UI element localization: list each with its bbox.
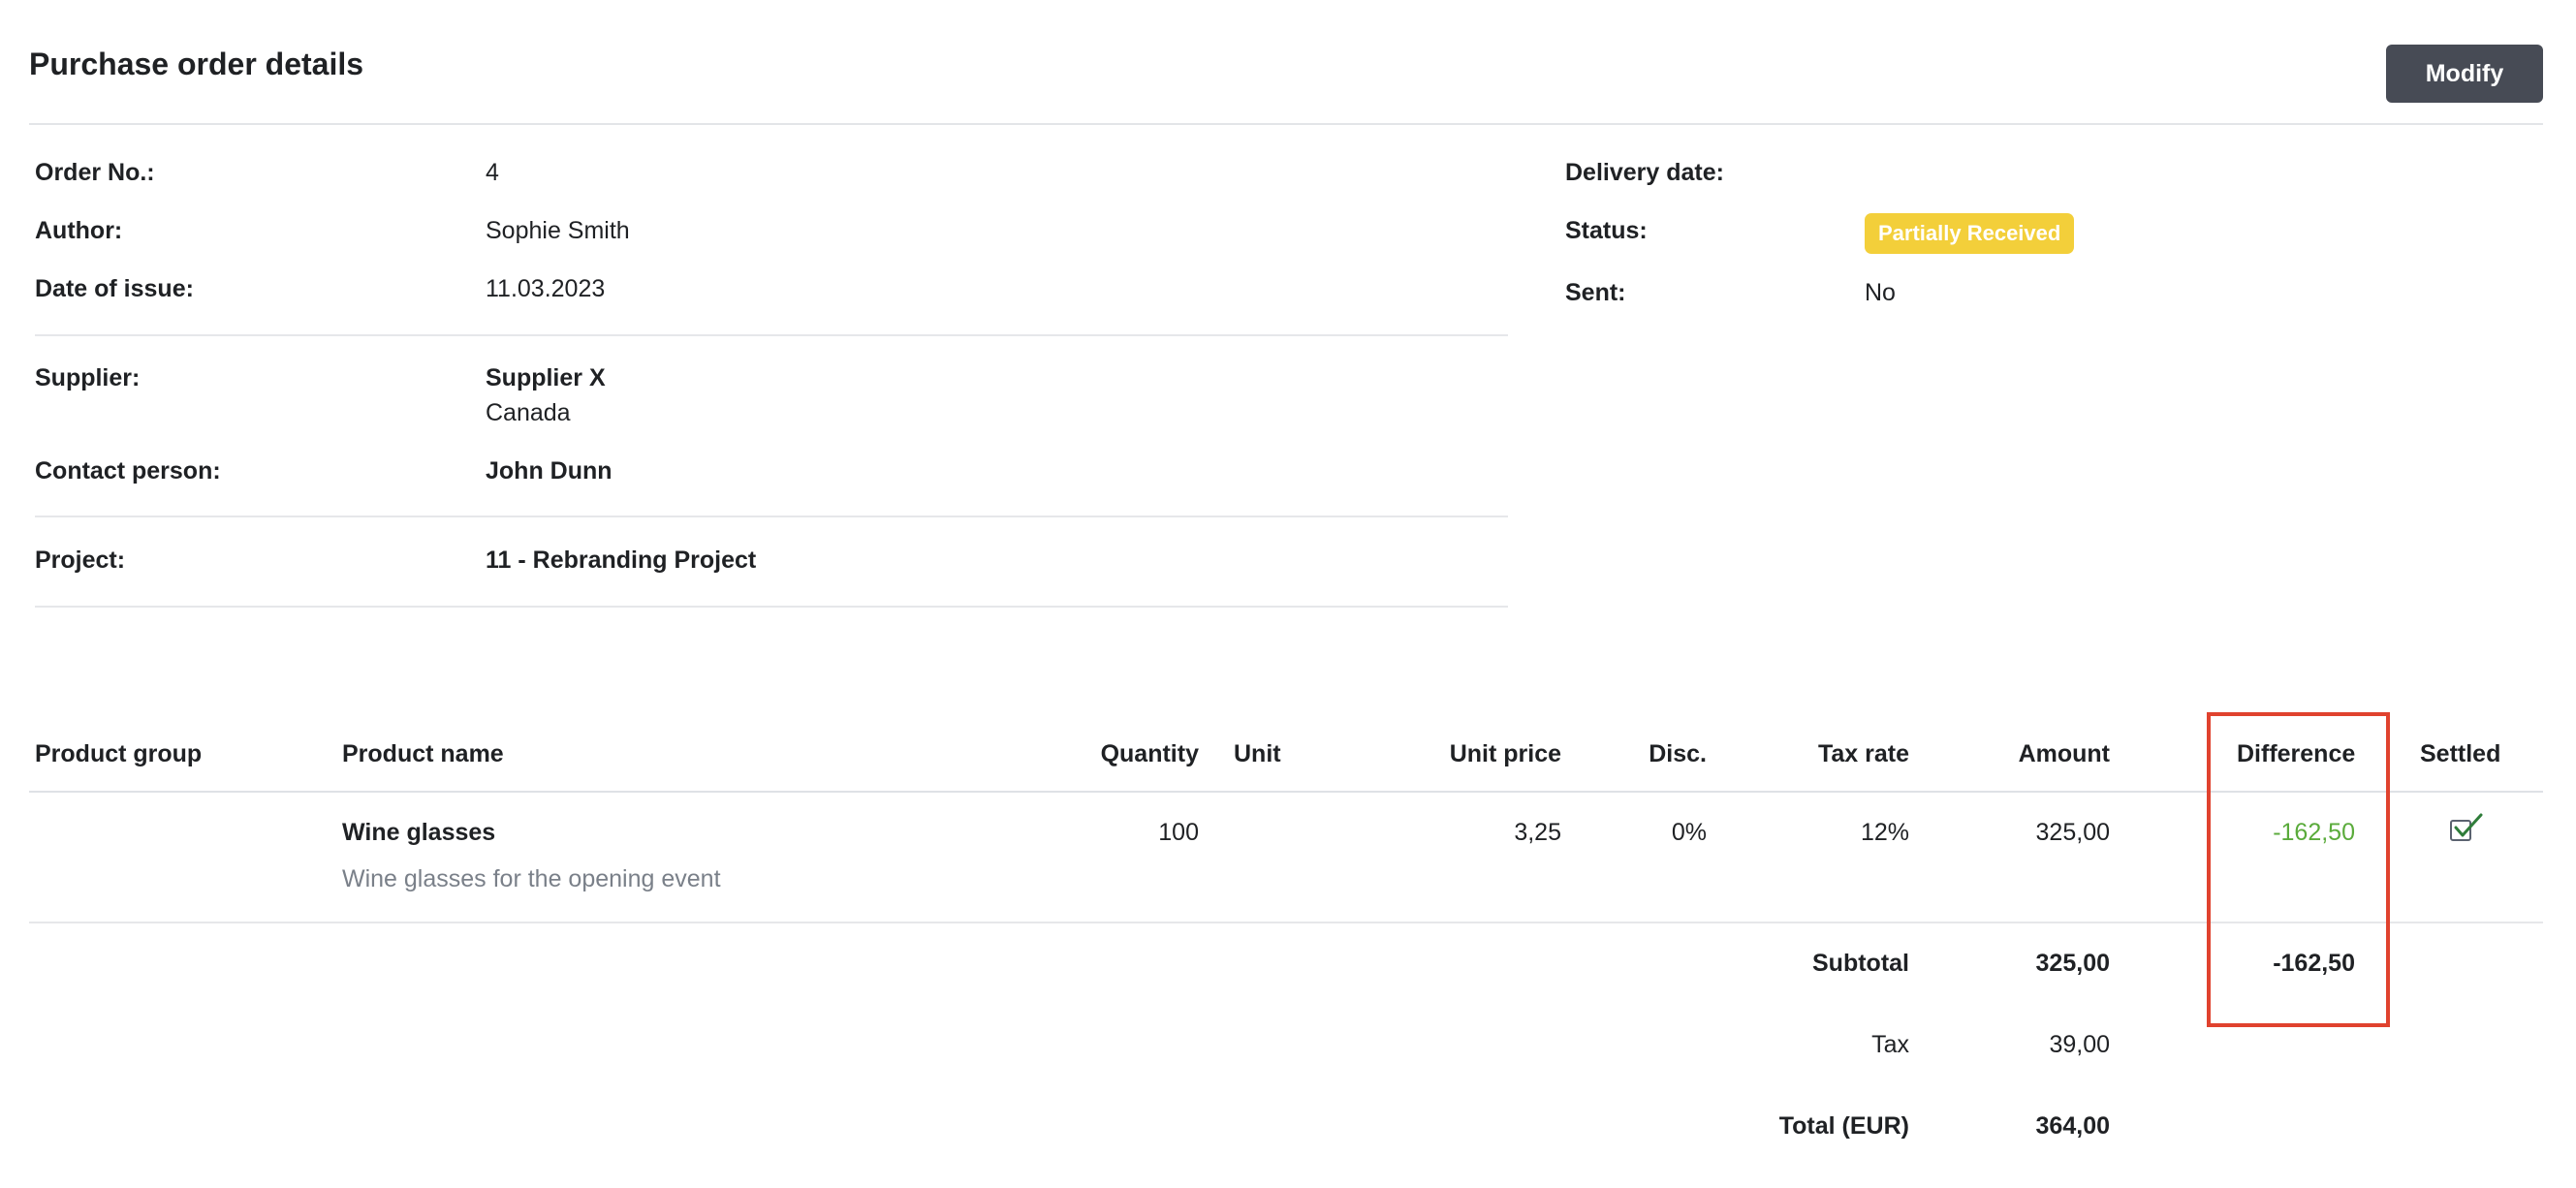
column-header-tax-rate[interactable]: Tax rate	[1744, 740, 1909, 768]
total-label: Total (EUR)	[1778, 1112, 1909, 1140]
subtotal-value: 325,00	[2035, 950, 2110, 977]
date-of-issue-value: 11.03.2023	[486, 275, 606, 302]
author-value: Sophie Smith	[486, 217, 630, 244]
cell-product-description: Wine glasses for the opening event	[342, 865, 721, 892]
date-of-issue-label: Date of issue:	[35, 275, 194, 302]
details-divider	[35, 334, 1508, 336]
cell-unit-price: 3,25	[1514, 819, 1561, 846]
page-title: Purchase order details	[29, 47, 364, 81]
cell-amount: 325,00	[2035, 819, 2110, 846]
column-header-unit-price[interactable]: Unit price	[1367, 740, 1561, 768]
column-header-unit[interactable]: Unit	[1234, 740, 1281, 768]
column-header-discount[interactable]: Disc.	[1589, 740, 1707, 768]
author-label: Author:	[35, 217, 123, 244]
subtotal-label: Subtotal	[1812, 950, 1909, 977]
cell-quantity: 100	[1158, 819, 1199, 846]
status-label: Status:	[1565, 217, 1648, 244]
contact-person-value: John Dunn	[486, 457, 613, 485]
order-no-value: 4	[486, 159, 499, 186]
project-label: Project:	[35, 547, 126, 574]
cell-tax-rate: 12%	[1860, 819, 1909, 846]
column-header-quantity[interactable]: Quantity	[1047, 740, 1199, 768]
cell-product-name: Wine glasses	[342, 819, 496, 846]
details-divider	[35, 606, 1508, 608]
tax-label: Tax	[1871, 1031, 1909, 1058]
cell-discount: 0%	[1671, 819, 1707, 846]
total-value: 364,00	[2035, 1112, 2110, 1140]
column-header-product-group[interactable]: Product group	[35, 740, 202, 768]
project-value: 11 - Rebranding Project	[486, 547, 757, 574]
purchase-order-page: Purchase order details Modify Order No.:…	[0, 0, 2576, 1188]
settled-check-icon	[2454, 813, 2483, 837]
table-row-divider	[29, 922, 2543, 923]
order-no-label: Order No.:	[35, 159, 155, 186]
supplier-country: Canada	[486, 399, 571, 426]
column-header-settled[interactable]: Settled	[2420, 740, 2500, 768]
column-header-product-name[interactable]: Product name	[342, 740, 504, 768]
delivery-date-label: Delivery date:	[1565, 159, 1724, 186]
header-divider	[29, 123, 2543, 125]
supplier-name: Supplier X	[486, 364, 606, 391]
details-divider	[35, 516, 1508, 517]
contact-person-label: Contact person:	[35, 457, 221, 485]
column-header-amount[interactable]: Amount	[1938, 740, 2110, 768]
sent-value: No	[1865, 279, 1896, 306]
sent-label: Sent:	[1565, 279, 1626, 306]
tax-value: 39,00	[2049, 1031, 2110, 1058]
difference-highlight-box	[2207, 712, 2390, 1027]
table-header-divider	[29, 791, 2543, 793]
status-badge: Partially Received	[1865, 213, 2075, 254]
modify-button[interactable]: Modify	[2386, 45, 2543, 103]
supplier-label: Supplier:	[35, 364, 141, 391]
